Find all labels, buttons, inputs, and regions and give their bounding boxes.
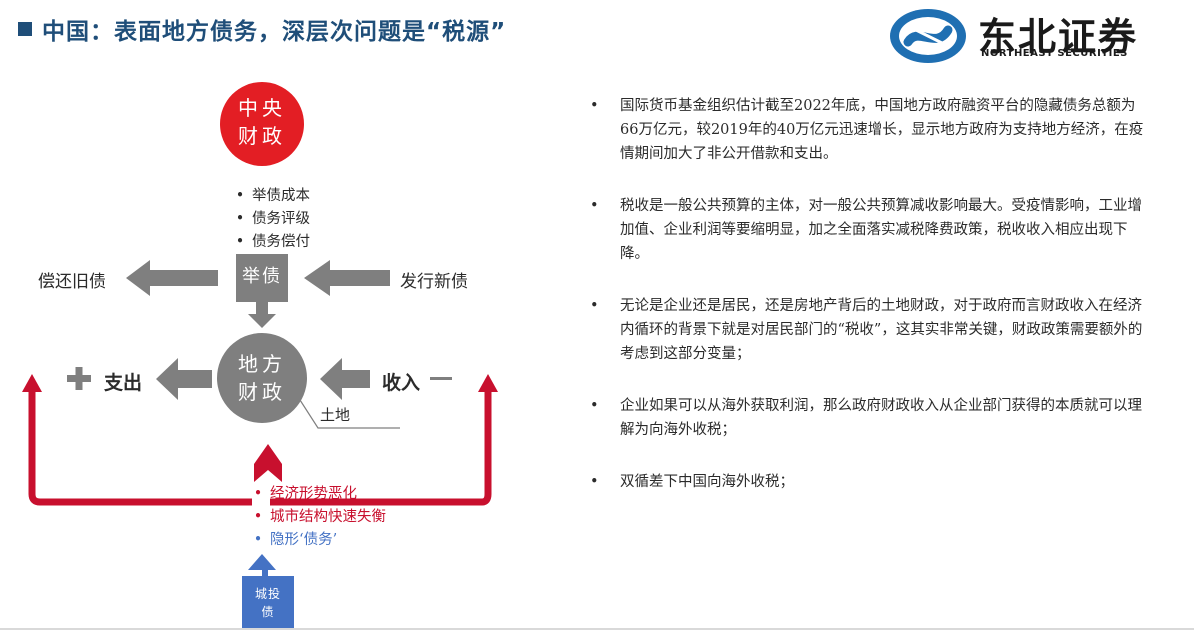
page-title: 中国：表面地方债务，深层次问题是“税源” <box>42 19 507 45</box>
arrow-borrow-to-local <box>248 302 276 328</box>
hidden-debt-list: 隐形‘债务’ <box>246 529 337 552</box>
borrowing-factor-item: 举债成本 <box>228 185 310 208</box>
logo-name-en: NORTHEAST SECURITIES <box>981 48 1128 59</box>
footer-divider <box>0 628 1194 630</box>
northeast-logo-icon <box>890 9 966 63</box>
repay-old-debt-label: 偿还旧债 <box>38 272 106 292</box>
borrowing-factor-item: 债务偿付 <box>228 231 310 254</box>
key-point-item: 双循差下中国向海外收税； <box>590 470 1150 494</box>
borrowing-factors-list: 举债成本 债务评级 债务偿付 <box>228 185 310 254</box>
hidden-debt-item: 隐形‘债务’ <box>246 529 337 552</box>
company-logo: 东北证券 NORTHEAST SECURITIES <box>886 6 1176 66</box>
risk-factor-item: 城市结构快速失衡 <box>246 506 386 529</box>
red-feedback-loop-left <box>28 388 252 506</box>
title-bar: 中国：表面地方债务，深层次问题是“税源” <box>18 12 506 46</box>
risk-factor-item: 经济形势恶化 <box>246 483 386 506</box>
borrowing-label: 举债 <box>242 266 282 287</box>
income-label: 收入 <box>382 372 421 394</box>
arrow-issue-new-debt <box>304 260 390 296</box>
local-finance-label: 地方 财政 <box>238 352 286 404</box>
issue-new-debt-label: 发行新债 <box>400 272 468 292</box>
arrow-expenditure <box>156 358 212 400</box>
title-square-icon <box>18 22 32 36</box>
red-up-arrow <box>254 444 282 482</box>
blue-up-arrow <box>248 554 276 576</box>
key-point-item: 无论是企业还是居民，还是房地产背后的土地财政，对于政府而言财政收入在经济内循环的… <box>590 294 1150 366</box>
key-point-item: 企业如果可以从海外获取利润，那么政府财政收入从企业部门获得的本质就可以理解为向海… <box>590 394 1150 442</box>
arrow-repay-old-debt <box>126 260 218 296</box>
key-points: 国际货币基金组织估计截至2022年底，中国地方政府融资平台的隐藏债务总额为66万… <box>590 94 1150 522</box>
key-point-item: 国际货币基金组织估计截至2022年底，中国地方政府融资平台的隐藏债务总额为66万… <box>590 94 1150 166</box>
expenditure-label: 支出 <box>104 372 143 394</box>
central-finance-label: 中央 财政 <box>238 96 286 148</box>
borrowing-factor-item: 债务评级 <box>228 208 310 231</box>
key-point-item: 税收是一般公共预算的主体，对一般公共预算减收影响最大。受疫情影响，工业增加值、企… <box>590 194 1150 266</box>
risk-factors-list: 经济形势恶化 城市结构快速失衡 <box>246 483 386 529</box>
fiscal-diagram: 中央 财政 举债成本 债务评级 债务偿付 举债 偿还旧债 发行新债 地方 财政 … <box>0 70 560 632</box>
arrow-income <box>320 358 370 400</box>
land-label: 土地 <box>320 406 351 424</box>
urban-bond-label: 城投 债 <box>254 587 281 619</box>
